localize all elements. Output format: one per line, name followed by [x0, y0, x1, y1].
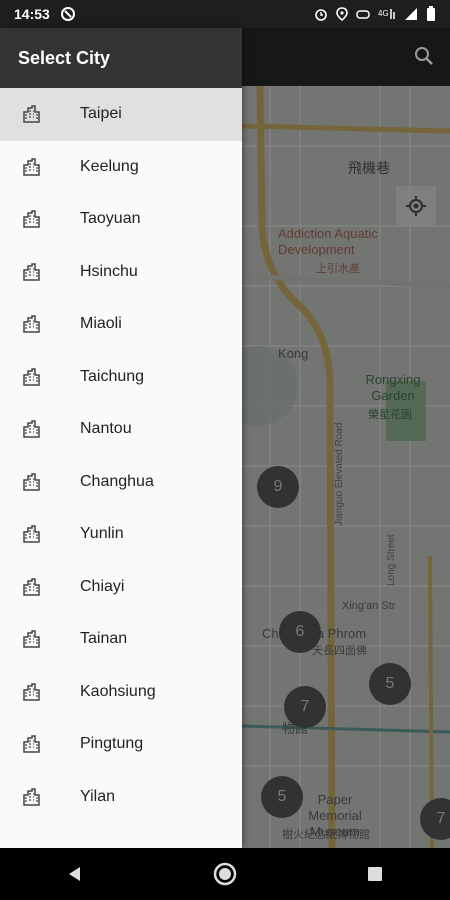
city-building-icon — [23, 788, 40, 806]
recents-button[interactable] — [345, 854, 405, 894]
city-label: Hsinchu — [80, 262, 138, 280]
city-item-changhua[interactable]: Changhua — [0, 456, 242, 509]
city-building-icon — [23, 473, 40, 491]
city-building-icon — [23, 315, 40, 333]
city-item-hsinchu[interactable]: Hsinchu — [0, 246, 242, 299]
city-building-icon — [23, 578, 40, 596]
search-icon — [415, 47, 433, 65]
city-item-pingtung[interactable]: Pingtung — [0, 718, 242, 771]
city-item-tainan[interactable]: Tainan — [0, 613, 242, 666]
city-item-yilan[interactable]: Yilan — [0, 771, 242, 824]
system-nav-bar — [0, 848, 450, 900]
alarm-icon — [315, 9, 327, 21]
city-item-taoyuan[interactable]: Taoyuan — [0, 193, 242, 246]
back-button[interactable] — [45, 854, 105, 894]
city-item-chiayi[interactable]: Chiayi — [0, 561, 242, 614]
city-item-keelung[interactable]: Keelung — [0, 141, 242, 194]
drawer-title: Select City — [18, 47, 111, 68]
cell-signal-icon — [405, 8, 417, 20]
location-icon — [336, 7, 348, 21]
svg-text:4G: 4G — [378, 9, 389, 18]
city-item-taipei[interactable]: Taipei — [0, 88, 242, 141]
notification-icon — [60, 7, 75, 21]
city-label: Nantou — [80, 420, 132, 438]
city-label: Tainan — [80, 630, 128, 648]
city-label: Taipei — [80, 105, 122, 123]
city-label: Taichung — [80, 367, 145, 385]
city-building-icon — [23, 525, 40, 543]
city-list: Taipei Keelung Taoyuan Hsinchu Miaoli Ta… — [0, 88, 242, 823]
status-time: 14:53 — [14, 6, 50, 22]
city-label: Yilan — [80, 787, 115, 805]
city-item-nantou[interactable]: Nantou — [0, 403, 242, 456]
city-building-icon — [23, 158, 40, 176]
city-item-miaoli[interactable]: Miaoli — [0, 298, 242, 351]
recents-square-icon — [368, 867, 382, 881]
status-bar: 14:53 4G — [0, 0, 450, 28]
city-label: Yunlin — [80, 525, 124, 543]
city-item-kaohsiung[interactable]: Kaohsiung — [0, 666, 242, 719]
city-label: Keelung — [80, 157, 139, 175]
city-building-icon — [23, 735, 40, 753]
search-button[interactable] — [412, 44, 436, 68]
city-building-icon — [23, 210, 40, 228]
city-label: Changhua — [80, 472, 154, 490]
city-building-icon — [23, 263, 40, 281]
city-building-icon — [23, 420, 40, 438]
city-label: Taoyuan — [80, 210, 141, 228]
city-building-icon — [23, 630, 40, 648]
signal-4g-icon: 4G — [378, 9, 395, 19]
city-drawer: Select City Taipei Keelung Taoyuan Hsinc… — [0, 28, 242, 848]
city-label: Pingtung — [80, 735, 144, 753]
city-label: Kaohsiung — [80, 682, 156, 700]
status-left-icons — [60, 6, 76, 22]
drawer-header: Select City — [0, 28, 242, 88]
home-circle-icon — [213, 862, 237, 886]
gamepad-icon — [356, 10, 370, 19]
city-item-yunlin[interactable]: Yunlin — [0, 508, 242, 561]
back-triangle-icon — [69, 867, 80, 881]
city-building-icon — [23, 105, 40, 123]
city-building-icon — [23, 368, 40, 386]
status-right-icons: 4G — [314, 6, 436, 22]
city-building-icon — [23, 683, 40, 701]
city-label: Chiayi — [80, 577, 125, 595]
battery-icon — [427, 6, 435, 21]
home-button[interactable] — [195, 854, 255, 894]
city-label: Miaoli — [80, 315, 122, 333]
city-item-taichung[interactable]: Taichung — [0, 351, 242, 404]
